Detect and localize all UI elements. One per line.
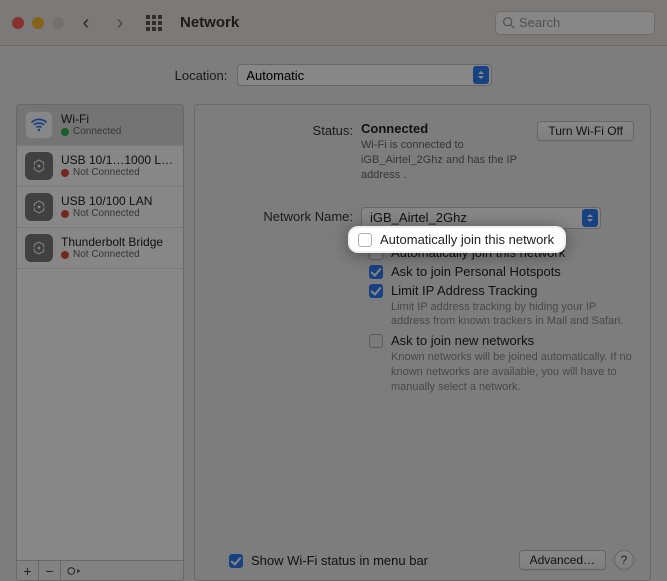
search-field[interactable]: Search	[495, 11, 655, 35]
content-area: Location: Automatic Wi-Fi Connected	[0, 46, 667, 581]
remove-service-button[interactable]: −	[39, 561, 61, 580]
toolbar: ‹ › Network Search	[0, 0, 667, 46]
location-value: Automatic	[246, 68, 304, 83]
sidebar-item-label: USB 10/1…1000 LAN	[61, 153, 175, 167]
status-dot-icon	[61, 128, 69, 136]
show-all-button[interactable]	[142, 11, 166, 35]
status-value: Connected	[361, 121, 428, 136]
ask-hotspot-label: Ask to join Personal Hotspots	[391, 264, 561, 279]
status-dot-icon	[61, 251, 69, 259]
location-label: Location:	[175, 68, 228, 83]
service-list: Wi-Fi Connected USB 10/1…1000 LAN Not Co…	[16, 104, 184, 561]
show-menu-checkbox[interactable]	[229, 554, 243, 568]
service-actions-button[interactable]	[61, 561, 89, 580]
close-window-button[interactable]	[12, 17, 24, 29]
sidebar-item-usb-lan-1[interactable]: USB 10/1…1000 LAN Not Connected	[17, 146, 183, 187]
limit-ip-desc: Limit IP address tracking by hiding your…	[391, 300, 634, 330]
help-button[interactable]: ?	[614, 550, 634, 570]
sidebar-item-wifi[interactable]: Wi-Fi Connected	[17, 105, 183, 146]
search-icon	[502, 16, 515, 29]
select-arrows-icon	[473, 66, 489, 84]
network-name-label: Network Name:	[211, 207, 361, 229]
limit-ip-label: Limit IP Address Tracking	[391, 283, 634, 298]
limit-ip-checkbox[interactable]	[369, 284, 383, 298]
advanced-button[interactable]: Advanced…	[519, 550, 606, 570]
window-controls	[12, 17, 64, 29]
network-name-select[interactable]: iGB_Airtel_2Ghz	[361, 207, 601, 229]
ethernet-icon	[25, 193, 53, 221]
auto-join-label-highlight: Automatically join this network	[380, 232, 554, 247]
status-description: Wi-Fi is connected to iGB_Airtel_2Ghz an…	[361, 138, 527, 183]
sidebar-item-thunderbolt[interactable]: Thunderbolt Bridge Not Connected	[17, 228, 183, 269]
zoom-window-button	[52, 17, 64, 29]
status-dot-icon	[61, 169, 69, 177]
ethernet-icon	[25, 152, 53, 180]
location-select[interactable]: Automatic	[237, 64, 492, 86]
turn-wifi-off-button[interactable]: Turn Wi-Fi Off	[537, 121, 634, 141]
select-arrows-icon	[582, 209, 598, 227]
sidebar-item-label: USB 10/100 LAN	[61, 194, 152, 208]
show-menu-label: Show Wi-Fi status in menu bar	[251, 553, 428, 568]
network-name-value: iGB_Airtel_2Ghz	[370, 210, 467, 225]
sidebar-item-label: Wi-Fi	[61, 112, 121, 126]
sidebar-footer: + −	[16, 561, 184, 581]
ask-hotspot-checkbox[interactable]	[369, 265, 383, 279]
ask-new-label: Ask to join new networks	[391, 333, 634, 348]
ask-new-checkbox[interactable]	[369, 334, 383, 348]
grid-icon	[146, 15, 162, 31]
status-label: Status:	[211, 121, 361, 183]
forward-button: ›	[108, 11, 132, 35]
auto-join-checkbox-highlight[interactable]	[358, 233, 372, 247]
back-button[interactable]: ‹	[74, 11, 98, 35]
thunderbolt-icon	[25, 234, 53, 262]
sidebar-item-label: Thunderbolt Bridge	[61, 235, 163, 249]
action-menu-icon	[66, 565, 84, 577]
sidebar-item-usb-lan-2[interactable]: USB 10/100 LAN Not Connected	[17, 187, 183, 228]
status-dot-icon	[61, 210, 69, 218]
highlight-auto-join: Automatically join this network	[350, 228, 564, 251]
window-title: Network	[180, 14, 239, 31]
ask-new-desc: Known networks will be joined automatica…	[391, 350, 634, 395]
detail-panel: Status: Connected Wi-Fi is connected to …	[194, 104, 651, 581]
location-row: Location: Automatic	[16, 64, 651, 86]
add-service-button[interactable]: +	[17, 561, 39, 580]
search-placeholder: Search	[519, 15, 560, 30]
wifi-icon	[25, 111, 53, 139]
service-sidebar: Wi-Fi Connected USB 10/1…1000 LAN Not Co…	[16, 104, 184, 581]
minimize-window-button[interactable]	[32, 17, 44, 29]
